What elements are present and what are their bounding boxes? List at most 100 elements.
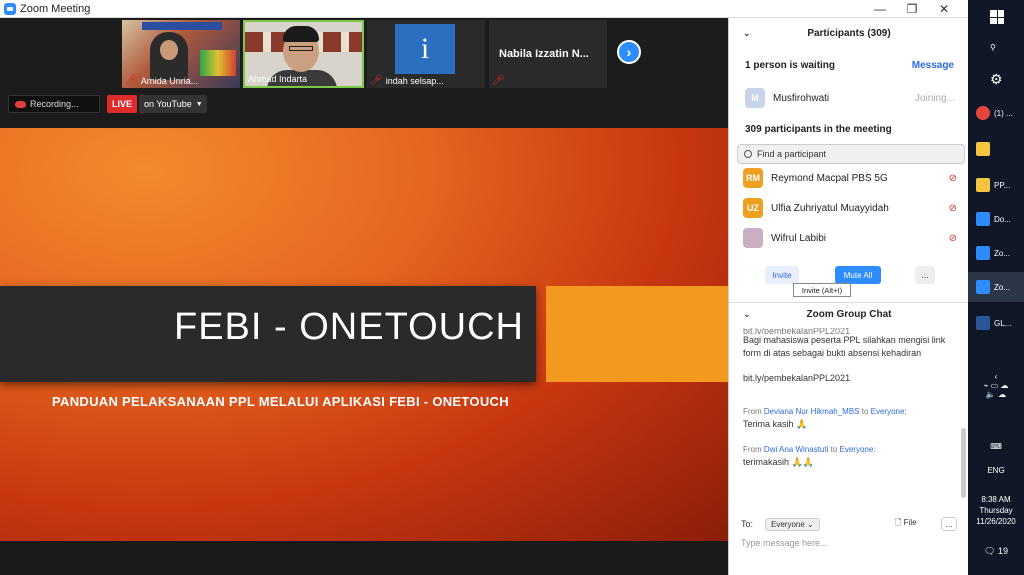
message-waiting-link[interactable]: Message <box>912 60 954 71</box>
word-icon <box>976 316 990 330</box>
participant-actions: Invite Mute All ... <box>765 266 935 284</box>
chat-more-button[interactable]: ... <box>941 517 957 531</box>
video-off-icon: ⊘ <box>948 172 957 184</box>
live-target-dropdown[interactable]: on YouTube ▼ <box>139 95 207 113</box>
slide-headline: FEBI - ONETOUCH <box>174 306 524 348</box>
zoom-icon <box>976 280 990 294</box>
participants-header: ⌄ Participants (309) <box>743 27 891 39</box>
participant-row[interactable]: Wifrul Labibi ⊘ <box>743 228 957 248</box>
chat-message-input[interactable]: Type message here... <box>741 538 828 548</box>
windows-taskbar: ⚲ ⚙ (1) ... PP... Do... Zo... Zo... GL..… <box>968 0 1024 575</box>
folder-icon <box>976 178 990 192</box>
avatar: M <box>745 88 765 108</box>
video-tile[interactable]: 🎤︎ Arnida Unria... <box>122 20 240 88</box>
notification-icon: 🗨 <box>984 546 996 556</box>
minimize-button[interactable]: — <box>864 0 896 18</box>
chat-messages: bit.ly/pembekalanPPL2021 Bagi mahasiswa … <box>743 328 959 469</box>
taskbar-item-downloads[interactable]: Do... <box>968 204 1024 234</box>
close-button[interactable]: ✕ <box>928 0 960 18</box>
mic-muted-icon: 🎤︎ <box>370 75 383 86</box>
joining-status: Joining... <box>914 92 955 104</box>
mic-muted-icon: 🎤︎ <box>125 75 138 86</box>
file-explorer-icon <box>976 142 990 156</box>
zoom-icon <box>976 246 990 260</box>
recording-indicator[interactable]: Recording... <box>8 95 100 113</box>
video-strip: 🎤︎ Arnida Unria... Ahmad Indarta i 🎤︎ inda… <box>0 18 728 128</box>
avatar <box>743 228 763 248</box>
taskbar-item-files[interactable] <box>968 134 1024 164</box>
download-icon <box>976 212 990 226</box>
video-tile-active-speaker[interactable]: Ahmad Indarta <box>243 20 364 88</box>
notification-center[interactable]: 🗨 19 <box>968 546 1024 557</box>
video-area: 🎤︎ Arnida Unria... Ahmad Indarta i 🎤︎ inda… <box>0 18 728 575</box>
tile-name: Ahmad Indarta <box>248 74 308 84</box>
chevron-down-icon: ▼ <box>195 100 203 108</box>
tile-background-banner <box>142 22 222 30</box>
chat-scrollbar[interactable] <box>961 428 966 498</box>
search-icon[interactable]: ⚲ <box>968 32 1024 62</box>
slide-subtitle: PANDUAN PELAKSANAAN PPL MELALUI APLIKASI… <box>52 394 509 409</box>
tile-name: 🎤︎ Arnida Unria... <box>125 75 199 86</box>
chat-link[interactable]: bit.ly/pembekalanPPL2021 <box>743 372 959 385</box>
taskbar-item-folder[interactable]: PP... <box>968 170 1024 200</box>
video-tile[interactable]: Nabila Izzatin N... 🎤︎ <box>489 20 607 88</box>
participant-name: Wifrul Labibi <box>771 232 827 244</box>
file-button[interactable]: 🗋 File <box>895 517 917 531</box>
participant-hair <box>283 26 319 42</box>
participant-count-label: 309 participants in the meeting <box>745 124 892 135</box>
participant-glasses <box>289 46 313 51</box>
chat-message: Terima kasih 🙏 <box>743 419 808 429</box>
waiting-room-label: 1 person is waiting <box>745 60 836 71</box>
shared-screen-slide: FEBI - ONETOUCH PANDUAN PELAKSANAAN PPL … <box>0 128 728 541</box>
more-options-button[interactable]: ... <box>915 266 935 284</box>
tile-name: 🎤︎ indah selsap... <box>370 75 444 86</box>
taskbar-item-word[interactable]: GL... <box>968 308 1024 338</box>
invite-button[interactable]: Invite <box>765 266 799 284</box>
participant-name: Ulfia Zuhriyatul Muayyidah <box>771 202 889 214</box>
chat-sender-line: From Dwi Ana Winastuti to Everyone: <box>743 445 876 454</box>
system-tray-icons[interactable]: ‹ ⌁ ▭ ☁ 🔈 ☁ <box>968 372 1024 399</box>
chat-recipient-row: To: Everyone ⌄ 🗋 File ... <box>741 516 961 532</box>
windows-start-icon[interactable] <box>990 10 1004 24</box>
tile-background-board <box>200 50 236 76</box>
video-off-icon: ⊘ <box>948 202 957 214</box>
next-page-chevron-icon[interactable]: › <box>617 40 641 64</box>
taskbar-item-zoom-active[interactable]: Zo... <box>968 272 1024 302</box>
zoom-logo-icon <box>4 2 16 15</box>
collapse-chevron-icon[interactable]: ⌄ <box>743 309 751 320</box>
collapse-chevron-icon[interactable]: ⌄ <box>743 28 751 39</box>
avatar: RM <box>743 168 763 188</box>
system-clock[interactable]: 8:38 AM Thursday 11/26/2020 <box>968 494 1024 527</box>
participant-name: Reymond Macpal PBS 5G <box>771 172 888 184</box>
participant-search-input[interactable]: Find a participant <box>737 144 965 164</box>
taskbar-item-chrome[interactable]: (1) ... <box>968 98 1024 128</box>
chat-message: Bagi mahasiswa peserta PPL silahkan meng… <box>743 335 946 358</box>
video-tile[interactable]: i 🎤︎ indah selsap... <box>367 20 485 88</box>
participant-face <box>160 40 178 60</box>
recipient-dropdown[interactable]: Everyone ⌄ <box>765 517 820 531</box>
side-panel: ⌄ Participants (309) 1 person is waiting… <box>728 18 969 575</box>
live-badge: LIVE <box>107 95 137 113</box>
window-title: Zoom Meeting <box>20 2 91 15</box>
participant-row[interactable]: RM Reymond Macpal PBS 5G ⊘ <box>743 168 957 188</box>
restore-button[interactable]: ❐ <box>896 0 928 18</box>
search-icon <box>744 150 752 158</box>
file-icon: 🗋 <box>895 518 902 527</box>
mic-muted-icon: 🎤︎ <box>492 75 505 86</box>
mute-all-button[interactable]: Mute All <box>835 266 881 284</box>
cloud-record-icon <box>15 100 26 108</box>
participant-row[interactable]: UZ Ulfia Zuhriyatul Muayyidah ⊘ <box>743 198 957 218</box>
settings-gear-icon[interactable]: ⚙ <box>968 64 1024 94</box>
window-controls: — ❐ ✕ <box>864 0 960 18</box>
taskbar-item-zoom[interactable]: Zo... <box>968 238 1024 268</box>
chat-sender-line: From Deviana Nur Hikmah_MBS to Everyone: <box>743 407 907 416</box>
avatar: UZ <box>743 198 763 218</box>
keyboard-icon[interactable]: ⌨ <box>968 442 1024 451</box>
chat-header: ⌄ Zoom Group Chat <box>729 302 969 326</box>
window-titlebar: Zoom Meeting — ❐ ✕ <box>0 0 968 18</box>
language-indicator[interactable]: ENG <box>968 466 1024 475</box>
waiting-participant-row[interactable]: M Musfirohwati Joining... <box>745 88 955 108</box>
meeting-bottom-bar <box>0 541 728 575</box>
info-avatar-icon: i <box>395 24 455 74</box>
chrome-icon <box>976 106 990 120</box>
